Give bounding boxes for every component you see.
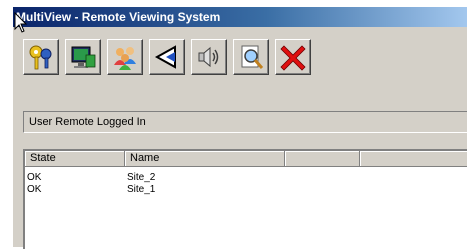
window-titlebar[interactable]: MultiView - Remote Viewing System (13, 7, 467, 27)
back-arrow-icon (153, 43, 181, 71)
speaker-icon (195, 43, 223, 71)
monitor-icon (69, 43, 97, 71)
back-button[interactable] (149, 39, 185, 75)
main-window: MultiView - Remote Viewing System User R… (12, 6, 467, 249)
speaker-button[interactable] (191, 39, 227, 75)
column-header-filler (360, 151, 467, 167)
magnifier-icon (237, 43, 265, 71)
users-button[interactable] (107, 39, 143, 75)
list-item-name: Site_2 (127, 172, 156, 183)
close-icon (279, 43, 307, 71)
keys-button[interactable] (23, 39, 59, 75)
monitor-button[interactable] (65, 39, 101, 75)
list-item[interactable]: OK Site_1 (25, 184, 467, 196)
site-list[interactable]: State Name OK Site_2 OK Site_1 (23, 149, 467, 249)
column-header-extra[interactable] (285, 151, 360, 167)
users-icon (111, 43, 139, 71)
column-header-state[interactable]: State (25, 151, 125, 167)
status-bar: User Remote Logged In (23, 111, 467, 133)
list-item[interactable]: OK Site_2 (25, 172, 467, 184)
magnifier-button[interactable] (233, 39, 269, 75)
status-text: User Remote Logged In (29, 116, 146, 128)
mouse-cursor-icon (14, 11, 28, 34)
list-item-state: OK (27, 184, 42, 195)
keys-icon (27, 43, 55, 71)
list-item-name: Site_1 (127, 184, 156, 195)
list-header: State Name (25, 151, 467, 167)
column-header-name[interactable]: Name (125, 151, 285, 167)
list-item-state: OK (27, 172, 42, 183)
window-title: MultiView - Remote Viewing System (16, 10, 221, 24)
close-button[interactable] (275, 39, 311, 75)
